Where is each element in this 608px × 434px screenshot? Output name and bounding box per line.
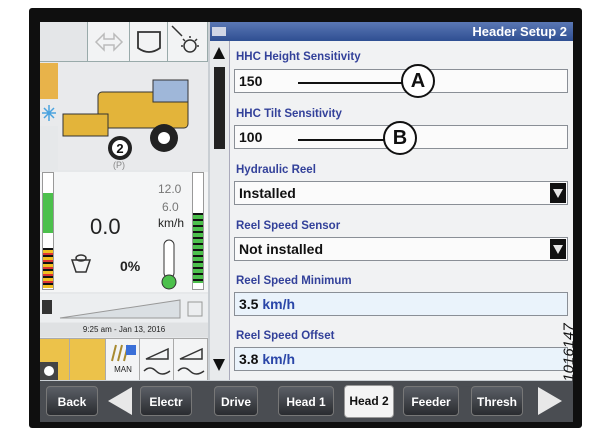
tab-feeder[interactable]: Feeder [403, 386, 459, 416]
hhc-tilt-label: HHC Tilt Sensitivity [236, 108, 342, 120]
light-icon [168, 22, 208, 62]
reel-min-label: Reel Speed Minimum [236, 275, 352, 287]
callout-line-b [298, 139, 384, 141]
dropdown-arrow-icon[interactable] [550, 239, 566, 259]
dropdown-arrow-icon[interactable] [550, 183, 566, 203]
tab-head1[interactable]: Head 1 [278, 386, 334, 416]
reel-offset-label: Reel Speed Offset [236, 330, 335, 342]
hhc-height-label: HHC Height Sensitivity [236, 51, 361, 63]
snowflake-icon [40, 100, 58, 126]
tab-thresh[interactable]: Thresh [471, 386, 523, 416]
reel-man-icon[interactable]: MAN [106, 338, 140, 380]
speed-value: 0.0 [90, 214, 121, 239]
function-icon-row: MAN [40, 338, 208, 380]
scroll-thumb[interactable] [214, 67, 225, 149]
percent-value: 0% [120, 258, 141, 274]
hydraulic-reel-select[interactable]: Installed [234, 181, 568, 205]
scroll-down-icon[interactable] [213, 359, 225, 371]
machine-icon [212, 24, 226, 38]
reel-sensor-select[interactable]: Not installed [234, 237, 568, 261]
scroll-up-icon[interactable] [213, 47, 225, 59]
man-label: MAN [114, 365, 132, 374]
hydraulic-reel-value: Installed [239, 185, 296, 201]
engine-icon [40, 362, 58, 380]
reel-min-unit: km/h [262, 296, 296, 312]
callout-b: B [383, 121, 417, 155]
figure-id: 1016147 [560, 323, 578, 382]
double-arrow-icon [88, 22, 130, 62]
settings-form: HHC Height Sensitivity 150 HHC Tilt Sens… [229, 41, 573, 380]
thermometer-icon [158, 238, 180, 295]
header-tilt-icon[interactable] [174, 338, 208, 380]
scrollbar[interactable] [210, 41, 229, 380]
tab-drive[interactable]: Drive [214, 386, 258, 416]
gear-value: 2 [116, 141, 123, 156]
tank-icon [68, 252, 94, 281]
page-title: Header Setup 2 [210, 22, 573, 41]
tab-head2[interactable]: Head 2 [344, 385, 394, 418]
warning-indicator [40, 63, 58, 99]
reel-offset-value: 3.8 [239, 351, 259, 367]
left-level-bar [42, 172, 54, 290]
back-button[interactable]: Back [46, 386, 98, 416]
speed-mid: 6.0 [162, 200, 179, 214]
fuel-row [40, 294, 208, 322]
right-level-bar [192, 172, 204, 290]
callout-a: A [401, 64, 435, 98]
header-angle-icon[interactable] [140, 338, 174, 380]
park-indicator: (P) [113, 160, 125, 170]
status-cell-blank [40, 22, 88, 62]
speed-max: 12.0 [158, 182, 182, 196]
reel-offset-unit: km/h [262, 351, 296, 367]
reel-min-field[interactable]: 3.5 km/h [234, 292, 568, 316]
callout-line-a [298, 82, 402, 84]
tab-electr[interactable]: Electr [140, 386, 192, 416]
hydraulic-reel-label: Hydraulic Reel [236, 164, 316, 176]
reel-sensor-value: Not installed [239, 241, 324, 257]
reel-min-value: 3.5 [239, 296, 259, 312]
datetime: 9:25 am - Jan 13, 2016 [40, 323, 208, 337]
status-cell-yellow [70, 338, 106, 380]
header-icon [130, 22, 168, 62]
reel-offset-field[interactable]: 3.8 km/h [234, 347, 568, 371]
nav-prev-icon[interactable] [108, 387, 132, 415]
harvester-icon: 2 (P) [58, 62, 208, 170]
reel-sensor-label: Reel Speed Sensor [236, 220, 341, 232]
bottom-nav: Back Electr Drive Head 1 Head 2 Feeder T… [40, 381, 573, 422]
status-panel: 2 (P) 0.0 12.0 6.0 km/h 0% 9:25 am - Jan… [40, 22, 208, 380]
nav-next-icon[interactable] [538, 387, 562, 415]
speed-unit: km/h [158, 216, 185, 230]
speed-gauge: 0.0 12.0 6.0 km/h 0% [40, 172, 208, 292]
